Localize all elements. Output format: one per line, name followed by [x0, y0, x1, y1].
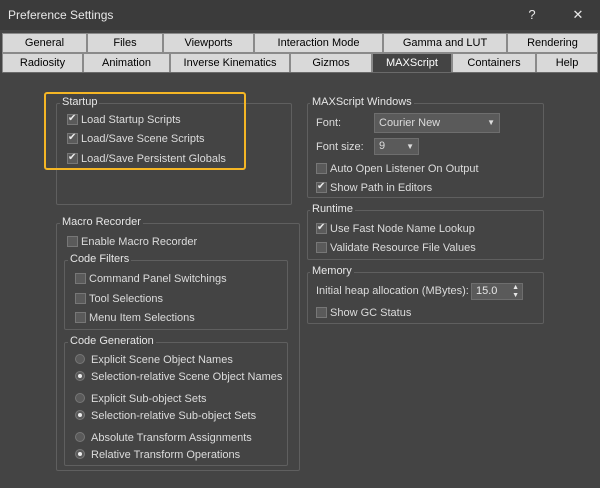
tab-row-top: General Files Viewports Interaction Mode…	[2, 33, 598, 53]
radio-selection-relative-sub-object-sets[interactable]: Selection-relative Sub-object Sets	[75, 408, 256, 424]
heap-allocation-value: 15.0	[476, 285, 498, 297]
checkbox-box[interactable]	[316, 220, 327, 236]
code-filters-group-label: Code Filters	[68, 253, 132, 265]
memory-group-label: Memory	[310, 265, 354, 277]
code-generation-group-label: Code Generation	[68, 335, 156, 347]
checkbox-box[interactable]	[316, 163, 327, 174]
font-label: Font:	[316, 117, 342, 129]
spinner-arrows-icon[interactable]: ▲ ▼	[512, 284, 519, 300]
command-panel-switchings-checkbox[interactable]: Command Panel Switchings	[75, 271, 227, 287]
validate-resource-file-values-checkbox[interactable]: Validate Resource File Values	[316, 240, 476, 256]
preference-settings-window: Preference Settings ? ✕ General Files Vi…	[0, 0, 600, 488]
radio-button[interactable]	[75, 371, 85, 381]
font-size-value: 9	[379, 140, 386, 152]
radio-selection-relative-scene-object-names[interactable]: Selection-relative Scene Object Names	[75, 369, 282, 385]
checkbox-box[interactable]	[75, 312, 86, 323]
font-size-dropdown[interactable]: 9 ▼	[374, 138, 419, 155]
heap-allocation-spinner[interactable]: 15.0 ▲ ▼	[471, 283, 523, 300]
radio-button[interactable]	[75, 432, 85, 442]
font-dropdown[interactable]: Courier New ▼	[374, 113, 500, 133]
tab-gizmos[interactable]: Gizmos	[290, 53, 372, 73]
checkbox-box[interactable]	[67, 130, 78, 146]
radio-explicit-sub-object-sets[interactable]: Explicit Sub-object Sets	[75, 391, 207, 407]
radio-button[interactable]	[75, 449, 85, 459]
menu-item-selections-checkbox[interactable]: Menu Item Selections	[75, 310, 195, 326]
window-title: Preference Settings	[8, 8, 114, 22]
tab-containers[interactable]: Containers	[452, 53, 536, 73]
title-bar[interactable]: Preference Settings ? ✕	[0, 0, 600, 30]
tab-interaction-mode[interactable]: Interaction Mode	[254, 33, 383, 53]
radio-button[interactable]	[75, 410, 85, 420]
heap-allocation-label: Initial heap allocation (MBytes):	[316, 285, 469, 297]
load-save-scene-scripts-checkbox[interactable]: Load/Save Scene Scripts	[67, 130, 205, 147]
tab-maxscript[interactable]: MAXScript	[372, 53, 452, 73]
tool-selections-checkbox[interactable]: Tool Selections	[75, 291, 163, 307]
font-dropdown-value: Courier New	[379, 117, 441, 129]
tab-general[interactable]: General	[2, 33, 87, 53]
load-startup-scripts-checkbox[interactable]: Load Startup Scripts	[67, 111, 181, 128]
tab-inverse-kinematics[interactable]: Inverse Kinematics	[170, 53, 290, 73]
chevron-down-icon: ▼	[487, 118, 495, 127]
auto-open-listener-checkbox[interactable]: Auto Open Listener On Output	[316, 161, 479, 177]
close-button[interactable]: ✕	[562, 4, 594, 26]
use-fast-node-name-lookup-checkbox[interactable]: Use Fast Node Name Lookup	[316, 220, 475, 237]
radio-absolute-transform-assignments[interactable]: Absolute Transform Assignments	[75, 430, 252, 446]
radio-button[interactable]	[75, 354, 85, 364]
radio-explicit-scene-object-names[interactable]: Explicit Scene Object Names	[75, 352, 233, 368]
help-button[interactable]: ?	[516, 4, 548, 26]
font-size-label: Font size:	[316, 141, 364, 153]
checkbox-box[interactable]	[316, 179, 327, 195]
tab-files[interactable]: Files	[87, 33, 163, 53]
radio-relative-transform-operations[interactable]: Relative Transform Operations	[75, 447, 240, 463]
chevron-down-icon: ▼	[406, 142, 414, 151]
checkbox-box[interactable]	[75, 293, 86, 304]
enable-macro-recorder-checkbox[interactable]: Enable Macro Recorder	[67, 234, 197, 250]
checkbox-box[interactable]	[316, 242, 327, 253]
runtime-group-label: Runtime	[310, 203, 355, 215]
tab-viewports[interactable]: Viewports	[163, 33, 254, 53]
checkbox-box[interactable]	[67, 111, 78, 127]
checkbox-box[interactable]	[67, 236, 78, 247]
macro-recorder-group-label: Macro Recorder	[60, 216, 143, 228]
checkbox-box[interactable]	[67, 150, 78, 166]
show-gc-status-checkbox[interactable]: Show GC Status	[316, 305, 411, 321]
tab-row-bottom: Radiosity Animation Inverse Kinematics G…	[2, 53, 598, 73]
tab-animation[interactable]: Animation	[83, 53, 170, 73]
show-path-in-editors-checkbox[interactable]: Show Path in Editors	[316, 179, 432, 196]
startup-group-label: Startup	[60, 96, 100, 108]
tab-help[interactable]: Help	[536, 53, 598, 73]
checkbox-box[interactable]	[75, 273, 86, 284]
tab-gamma-and-lut[interactable]: Gamma and LUT	[383, 33, 507, 53]
tab-radiosity[interactable]: Radiosity	[2, 53, 83, 73]
checkbox-box[interactable]	[316, 307, 327, 318]
tab-rendering[interactable]: Rendering	[507, 33, 598, 53]
load-save-persistent-globals-checkbox[interactable]: Load/Save Persistent Globals	[67, 150, 226, 167]
radio-button[interactable]	[75, 393, 85, 403]
maxscript-windows-group-label: MAXScript Windows	[310, 96, 414, 108]
